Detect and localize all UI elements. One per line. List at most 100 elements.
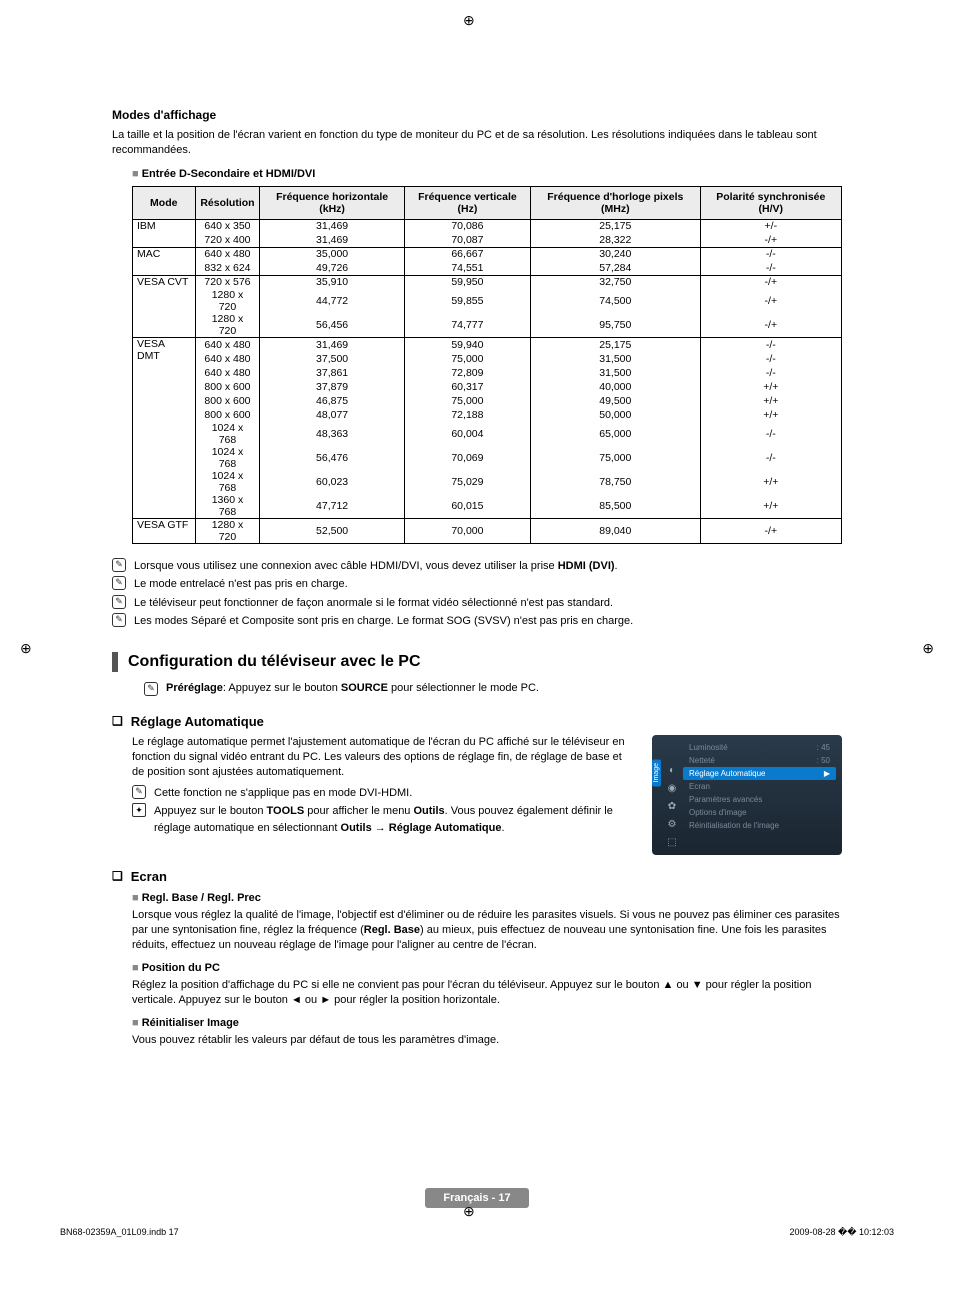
table-cell: 1280 x 720 [195, 289, 260, 313]
note-icon: ✎ [144, 682, 158, 696]
note-text: Le téléviseur peut fonctionner de façon … [134, 595, 613, 612]
note-line: ✎Lorsque vous utilisez une connexion ave… [112, 558, 842, 575]
osd-label: Ecran [689, 782, 710, 791]
table-cell: 800 x 600 [195, 380, 260, 394]
table-row: 1024 x 76860,02375,02978,750+/+ [133, 470, 842, 494]
table-cell: 75,000 [531, 446, 701, 470]
note-icon: ✎ [112, 558, 126, 572]
table-row: 1024 x 76848,36360,00465,000-/- [133, 422, 842, 446]
reglage-auto-title: Réglage Automatique [112, 714, 842, 729]
table-cell: 640 x 480 [195, 247, 260, 261]
osd-side-icon: ◉ [666, 783, 678, 795]
table-header-cell: Résolution [195, 186, 260, 219]
header-bar-icon [112, 652, 118, 672]
ecran-sub-position: Position du PC [132, 962, 842, 974]
table-cell: 1360 x 768 [195, 494, 260, 519]
table-cell: -/- [700, 366, 841, 380]
osd-side-icon: ✿ [666, 801, 678, 813]
osd-label: Netteté [689, 756, 715, 765]
table-cell: 59,950 [404, 275, 530, 289]
table-cell: 72,188 [404, 408, 530, 422]
table-cell: 37,861 [260, 366, 404, 380]
table-cell: +/+ [700, 408, 841, 422]
table-header-cell: Fréquence horizontale (kHz) [260, 186, 404, 219]
tools-icon: ✦ [132, 803, 146, 817]
table-cell: 30,240 [531, 247, 701, 261]
table-cell: 59,940 [404, 338, 530, 352]
table-cell: -/- [700, 338, 841, 352]
table-cell: -/+ [700, 289, 841, 313]
print-metadata: BN68-02359A_01L09.indb 17 2009-08-28 �� … [60, 1227, 894, 1238]
table-row: 1024 x 76856,47670,06975,000-/- [133, 446, 842, 470]
table-cell: 75,029 [404, 470, 530, 494]
osd-row-highlighted: Réglage Automatique▶ [683, 767, 836, 780]
print-time: 2009-08-28 �� 10:12:03 [789, 1227, 894, 1238]
table-cell: 28,322 [531, 233, 701, 247]
osd-side-icon: ◐ [666, 765, 678, 777]
table-cell: 46,875 [260, 394, 404, 408]
registration-mark-bottom: ⊕ [463, 1203, 475, 1220]
table-cell: 720 x 400 [195, 233, 260, 247]
osd-row: Netteté: 50 [683, 754, 836, 767]
page-footer: Français - 17 [112, 1188, 842, 1208]
osd-row: Paramètres avancés [683, 793, 836, 806]
table-cell: +/- [700, 219, 841, 233]
table-mode-cell: VESA CVT [133, 275, 196, 338]
table-cell: 74,777 [404, 313, 530, 338]
table-cell: 89,040 [531, 518, 701, 543]
table-header-cell: Fréquence verticale (Hz) [404, 186, 530, 219]
table-cell: 1024 x 768 [195, 470, 260, 494]
table-cell: 65,000 [531, 422, 701, 446]
table-mode-cell: VESA GTF [133, 518, 196, 543]
table-row: 800 x 60048,07772,18850,000+/+ [133, 408, 842, 422]
note-icon: ✎ [112, 576, 126, 590]
table-row: VESA GTF1280 x 72052,50070,00089,040-/+ [133, 518, 842, 543]
table-cell: 1024 x 768 [195, 446, 260, 470]
table-cell: 40,000 [531, 380, 701, 394]
intro-paragraph: La taille et la position de l'écran vari… [112, 128, 842, 158]
table-cell: 800 x 600 [195, 408, 260, 422]
note-line: ✎Le téléviseur peut fonctionner de façon… [112, 595, 842, 612]
table-cell: 800 x 600 [195, 394, 260, 408]
table-cell: 85,500 [531, 494, 701, 519]
table-cell: 832 x 624 [195, 261, 260, 275]
table-cell: 49,500 [531, 394, 701, 408]
note-icon: ✎ [132, 785, 146, 799]
prereglage-text: Préréglage: Appuyez sur le bouton SOURCE… [166, 682, 539, 696]
table-row: 800 x 60037,87960,31740,000+/+ [133, 380, 842, 394]
table-cell: 57,284 [531, 261, 701, 275]
table-cell: 37,500 [260, 352, 404, 366]
osd-value: ▶ [824, 769, 830, 778]
reglage-auto-block: Réglage Automatique Le réglage automatiq… [112, 714, 842, 855]
osd-label: Paramètres avancés [689, 795, 762, 804]
ecran-sub-reinit: Réinitialiser Image [132, 1017, 842, 1029]
table-cell: 1280 x 720 [195, 518, 260, 543]
subheading-entree: Entrée D-Secondaire et HDMI/DVI [132, 168, 842, 180]
table-cell: 72,809 [404, 366, 530, 380]
table-cell: 32,750 [531, 275, 701, 289]
table-cell: 60,004 [404, 422, 530, 446]
page-content: Modes d'affichage La taille et la positi… [0, 0, 954, 1268]
table-cell: 31,500 [531, 352, 701, 366]
table-cell: 640 x 480 [195, 338, 260, 352]
osd-row: Options d'image [683, 806, 836, 819]
table-cell: 75,000 [404, 352, 530, 366]
table-cell: 60,015 [404, 494, 530, 519]
osd-tab-image: Image [652, 759, 661, 786]
osd-side-icon: ⬚ [666, 837, 678, 849]
table-row: 1280 x 72056,45674,77795,750-/+ [133, 313, 842, 338]
table-cell: 56,456 [260, 313, 404, 338]
table-row: MAC640 x 48035,00066,66730,240-/- [133, 247, 842, 261]
ecran-position-desc: Réglez la position d'affichage du PC si … [132, 978, 842, 1009]
table-row: 640 x 48037,50075,00031,500-/- [133, 352, 842, 366]
reglage-note-1: ✎ Cette fonction ne s'applique pas en mo… [132, 785, 632, 802]
table-row: IBM640 x 35031,46970,08625,175+/- [133, 219, 842, 233]
table-cell: 1280 x 720 [195, 313, 260, 338]
table-cell: 60,023 [260, 470, 404, 494]
table-cell: -/- [700, 446, 841, 470]
table-cell: 95,750 [531, 313, 701, 338]
table-cell: 720 x 576 [195, 275, 260, 289]
table-cell: -/- [700, 422, 841, 446]
table-cell: 75,000 [404, 394, 530, 408]
table-cell: 56,476 [260, 446, 404, 470]
